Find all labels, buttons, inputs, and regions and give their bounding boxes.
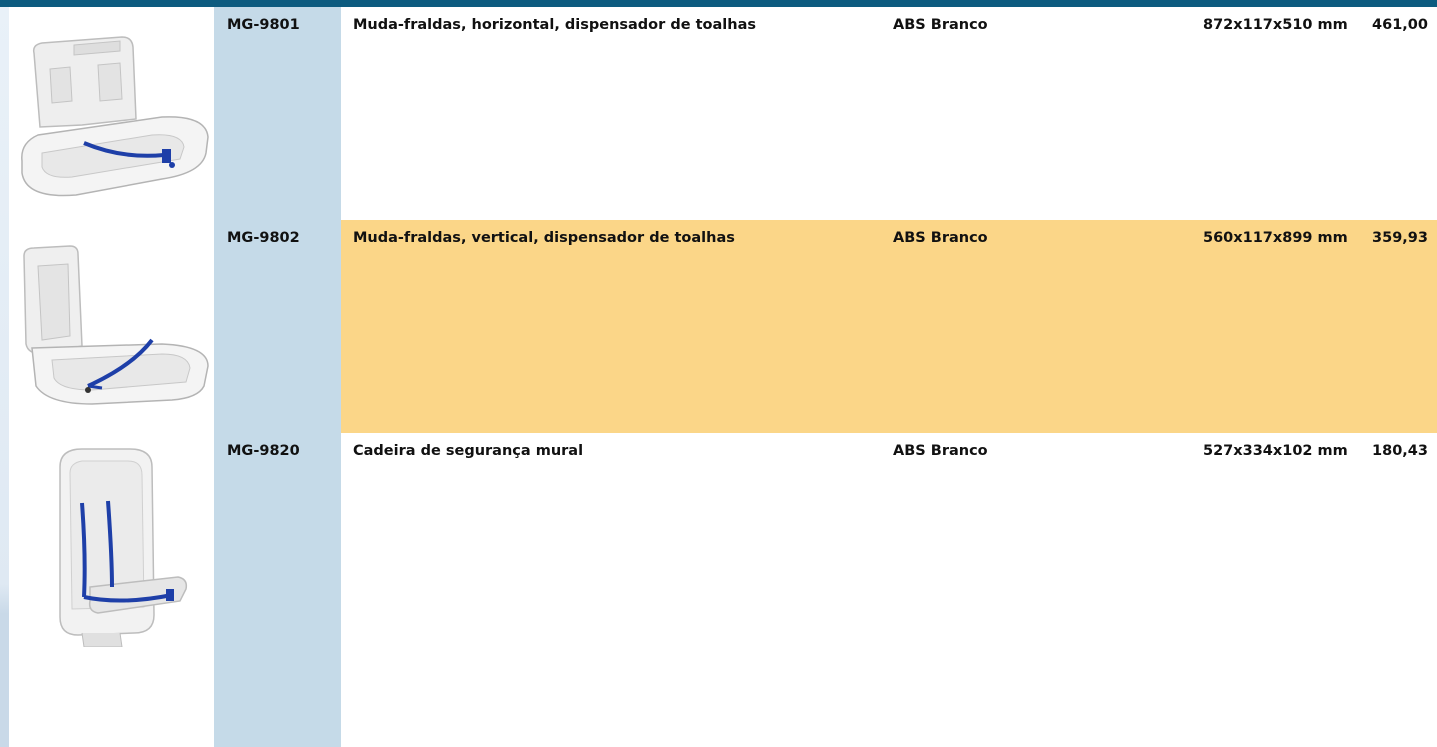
table-row: MG-9820 Cadeira de segurança mural ABS B… [0, 433, 1437, 747]
product-description: Muda-fraldas, horizontal, dispensador de… [353, 17, 756, 33]
product-code: MG-9820 [227, 443, 300, 459]
product-dimensions: 872x117x510 mm [1203, 17, 1348, 33]
product-material: ABS Branco [893, 443, 988, 459]
product-description: Cadeira de segurança mural [353, 443, 584, 459]
product-dimensions: 527x334x102 mm [1203, 443, 1348, 459]
product-code: MG-9802 [227, 230, 300, 246]
product-dimensions: 560x117x899 mm [1203, 230, 1348, 246]
baby-changer-horizontal-icon [21, 36, 209, 197]
baby-changer-vertical-icon [23, 245, 209, 405]
product-description: Muda-fraldas, vertical, dispensador de t… [353, 230, 735, 246]
product-price: 461,00 [1372, 17, 1428, 33]
header-bar [0, 0, 1437, 7]
product-material: ABS Branco [893, 17, 988, 33]
table-row: MG-9802 Muda-fraldas, vertical, dispensa… [0, 220, 1437, 433]
product-price: 180,43 [1372, 443, 1428, 459]
product-material: ABS Branco [893, 230, 988, 246]
wall-safety-seat-icon [59, 448, 188, 647]
product-price: 359,93 [1372, 230, 1428, 246]
row-highlight [341, 220, 1437, 433]
product-code: MG-9801 [227, 17, 300, 33]
table-row: MG-9801 Muda-fraldas, horizontal, dispen… [0, 7, 1437, 220]
